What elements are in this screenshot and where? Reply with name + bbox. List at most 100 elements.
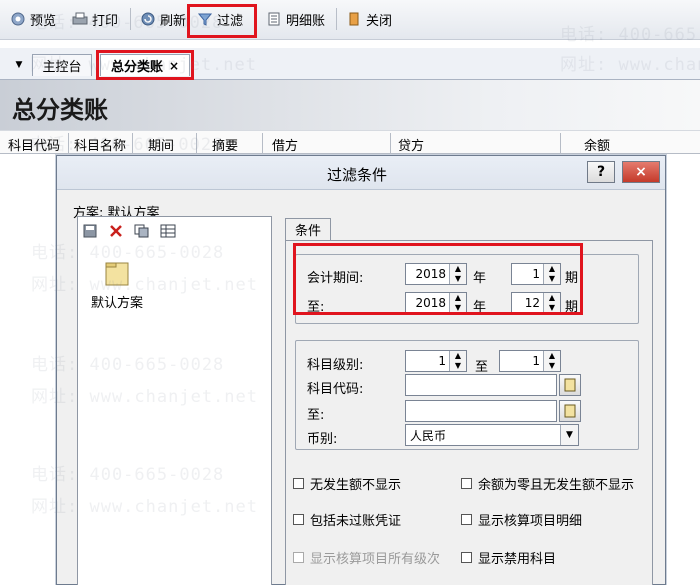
level-from-stepper[interactable]: 1 ▲ ▼ (405, 350, 467, 372)
period-label: 会计期间: (307, 271, 364, 286)
checkbox-show-disabled-accounts[interactable]: 显示禁用科目 (461, 548, 556, 567)
col-account-name[interactable]: 科目名称 (74, 135, 126, 154)
to-year-stepper[interactable]: 2018 ▲ ▼ (405, 292, 467, 314)
spin-arrows[interactable]: ▲ ▼ (449, 351, 466, 371)
banner: 总分类账 (0, 80, 700, 130)
to-year-value: 2018 (415, 296, 446, 310)
column-divider (390, 133, 391, 153)
column-divider (68, 133, 69, 153)
year-unit-label: 年 (473, 271, 487, 286)
checkbox-box[interactable] (461, 478, 472, 489)
currency-label: 币别: (307, 432, 338, 447)
chevron-down-icon[interactable]: ▼ (560, 425, 578, 445)
period-unit-label: 期 (565, 271, 579, 286)
preview-label: 预览 (30, 13, 57, 29)
filter-label: 过滤 (217, 13, 244, 29)
scheme-properties-button[interactable] (157, 220, 179, 242)
delete-scheme-button[interactable] (105, 220, 127, 242)
tab-close-icon[interactable]: × (169, 59, 179, 73)
col-balance[interactable]: 余额 (584, 135, 610, 154)
detail-ledger-button[interactable]: 明细账 (266, 6, 325, 32)
checkbox-box[interactable] (293, 514, 304, 525)
col-summary[interactable]: 摘要 (212, 135, 238, 154)
scheme-toolbar (79, 220, 179, 242)
account-code-picker[interactable] (559, 374, 581, 396)
column-divider (560, 133, 561, 153)
filter-dialog: 过滤条件 ? × 方案: 默认方案 默认方案 条件 会计期间: 2018 ▲ ▼ … (31, 155, 666, 585)
close-label: 关闭 (366, 13, 393, 29)
checkbox-box[interactable] (461, 552, 472, 563)
checkbox-box (293, 552, 304, 563)
ledger-icon (266, 11, 282, 27)
tab-ledger-label: 总分类账 (110, 60, 163, 75)
col-credit[interactable]: 贷方 (398, 135, 424, 154)
column-divider (196, 133, 197, 153)
period-group (295, 254, 639, 324)
from-year-stepper[interactable]: 2018 ▲ ▼ (405, 263, 467, 285)
save-icon (83, 224, 97, 238)
spin-arrows[interactable]: ▲ ▼ (543, 351, 560, 371)
currency-select[interactable]: 人民币 ▼ (405, 424, 579, 446)
to-period-stepper[interactable]: 12 ▲ ▼ (511, 292, 561, 314)
account-code-to-picker[interactable] (559, 400, 581, 422)
col-debit[interactable]: 借方 (272, 135, 298, 154)
tab-condition-label: 条件 (294, 224, 321, 239)
tab-home[interactable]: 主控台 (32, 54, 92, 76)
checkbox-label: 显示核算项目明细 (478, 514, 583, 529)
level-to-value: 1 (532, 354, 540, 368)
copy-icon (134, 224, 149, 238)
to-period-value: 12 (524, 296, 540, 310)
tab-strip: ▼ 主控台 总分类账 × (0, 48, 700, 80)
checkbox-label: 显示核算项目所有级次 (310, 552, 441, 567)
save-scheme-button[interactable] (79, 220, 101, 242)
tab-menu-dropdown[interactable]: ▼ (8, 54, 30, 76)
period-to-label: 至: (307, 300, 325, 315)
dialog-titlebar[interactable]: 过滤条件 ? × (57, 156, 665, 190)
checkbox-label: 余额为零且无发生额不显示 (478, 478, 635, 493)
tab-general-ledger[interactable]: 总分类账 × (100, 54, 190, 76)
tab-condition[interactable]: 条件 (285, 218, 331, 240)
folder-icon[interactable] (105, 260, 129, 286)
checkbox-include-unposted[interactable]: 包括未过账凭证 (293, 510, 401, 529)
account-code-input[interactable] (405, 374, 557, 396)
column-divider (262, 133, 263, 153)
level-to-label: 至 (475, 360, 489, 375)
checkbox-hide-zero-balance[interactable]: 余额为零且无发生额不显示 (461, 474, 634, 493)
from-period-stepper[interactable]: 1 ▲ ▼ (511, 263, 561, 285)
help-button[interactable]: ? (587, 161, 615, 183)
currency-value: 人民币 (410, 429, 447, 443)
tab-home-label: 主控台 (42, 60, 82, 75)
refresh-button[interactable]: 刷新 (140, 6, 186, 32)
preview-button[interactable]: 预览 (10, 6, 56, 32)
detail-ledger-label: 明细账 (286, 13, 326, 29)
level-to-stepper[interactable]: 1 ▲ ▼ (499, 350, 561, 372)
checkbox-box[interactable] (461, 514, 472, 525)
checkbox-box[interactable] (293, 478, 304, 489)
spin-arrows[interactable]: ▲ ▼ (449, 264, 466, 284)
level-label: 科目级别: (307, 358, 364, 373)
col-account-code[interactable]: 科目代码 (8, 135, 60, 154)
year-unit-label: 年 (473, 300, 487, 315)
column-divider (132, 133, 133, 153)
close-door-icon (346, 11, 362, 27)
checkbox-hide-no-activity[interactable]: 无发生额不显示 (293, 474, 401, 493)
scheme-item-default[interactable]: 默认方案 (91, 292, 143, 311)
search-book-icon (564, 378, 576, 392)
checkbox-label: 包括未过账凭证 (310, 514, 402, 529)
checkbox-show-item-detail[interactable]: 显示核算项目明细 (461, 510, 582, 529)
account-code-to-input[interactable] (405, 400, 557, 422)
checkbox-show-all-levels: 显示核算项目所有级次 (293, 548, 440, 567)
print-button[interactable]: 打印 (72, 6, 118, 32)
refresh-icon (140, 11, 156, 27)
dialog-close-button[interactable]: × (622, 161, 660, 183)
filter-button[interactable]: 过滤 (197, 6, 243, 32)
copy-scheme-button[interactable] (131, 220, 153, 242)
toolbar-separator (336, 8, 337, 30)
level-from-value: 1 (438, 354, 446, 368)
col-period[interactable]: 期间 (148, 135, 174, 154)
close-button[interactable]: 关闭 (346, 6, 392, 32)
spin-arrows[interactable]: ▲ ▼ (543, 264, 560, 284)
from-period-value: 1 (532, 267, 540, 281)
spin-arrows[interactable]: ▲ ▼ (449, 293, 466, 313)
spin-arrows[interactable]: ▲ ▼ (543, 293, 560, 313)
